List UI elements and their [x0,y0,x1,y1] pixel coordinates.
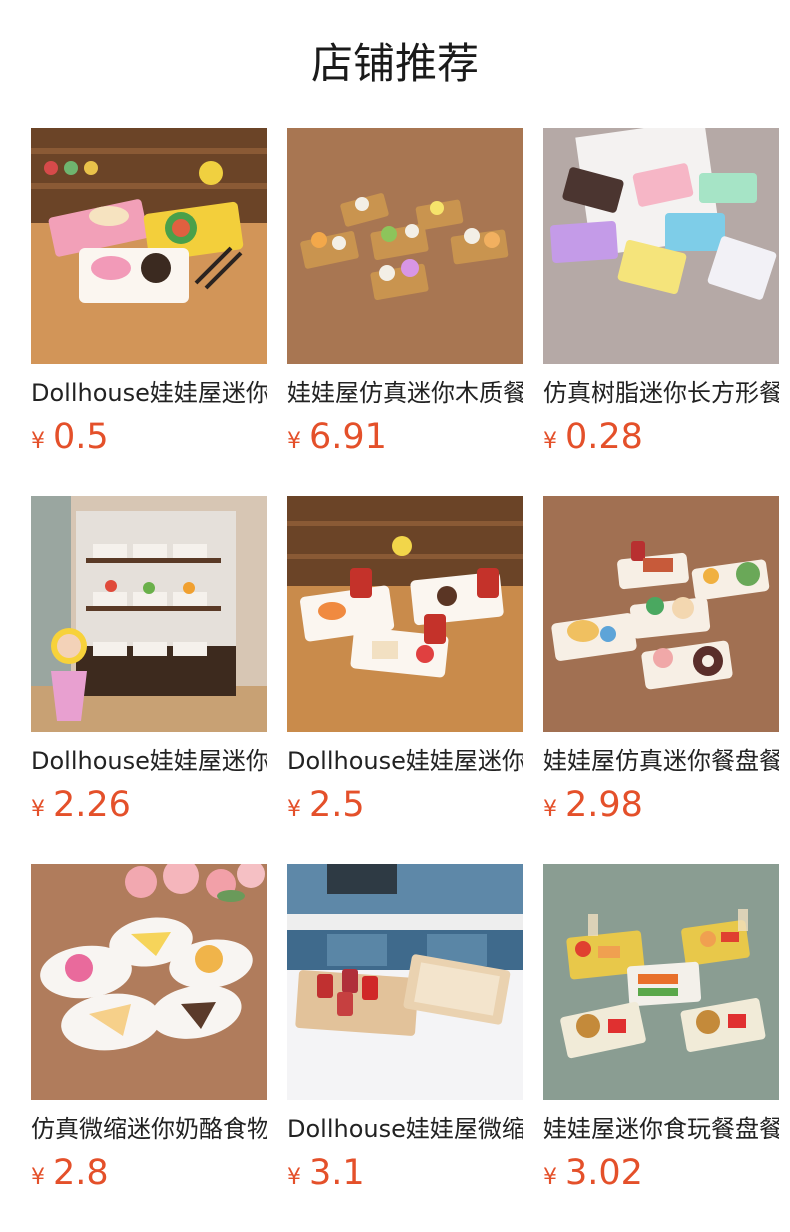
product-name[interactable]: 娃娃屋迷你食玩餐盘餐 [543,1114,779,1144]
price-value: 2.26 [53,785,131,825]
price-value: 6.91 [309,417,387,457]
product-price: ¥2.8 [31,1152,267,1194]
product-name[interactable]: 仿真微缩迷你奶酪食物 [31,1114,267,1144]
product-card[interactable]: Dollhouse娃娃屋微缩 ¥3.1 [287,864,523,1194]
currency-symbol: ¥ [543,1165,557,1190]
product-card[interactable]: Dollhouse娃娃屋迷你 ¥2.26 [31,496,267,826]
product-card[interactable]: 娃娃屋仿真迷你餐盘餐 ¥2.98 [543,496,779,826]
product-card[interactable]: 仿真树脂迷你长方形餐 ¥0.28 [543,128,779,458]
product-name[interactable]: 仿真树脂迷你长方形餐 [543,378,779,408]
product-price: ¥3.1 [287,1152,523,1194]
price-value: 2.98 [565,785,643,825]
product-image[interactable] [31,128,267,364]
currency-symbol: ¥ [287,797,301,822]
product-card[interactable]: 娃娃屋仿真迷你木质餐 ¥6.91 [287,128,523,458]
product-name[interactable]: Dollhouse娃娃屋微缩 [287,1114,523,1144]
product-card[interactable]: 娃娃屋迷你食玩餐盘餐 ¥3.02 [543,864,779,1194]
product-card[interactable]: Dollhouse娃娃屋迷你 ¥0.5 [31,128,267,458]
currency-symbol: ¥ [31,429,45,454]
currency-symbol: ¥ [287,1165,301,1190]
product-image[interactable] [287,496,523,732]
product-card[interactable]: Dollhouse娃娃屋迷你 ¥2.5 [287,496,523,826]
product-name[interactable]: 娃娃屋仿真迷你木质餐 [287,378,523,408]
product-name[interactable]: 娃娃屋仿真迷你餐盘餐 [543,746,779,776]
price-value: 0.28 [565,417,643,457]
product-card[interactable]: 仿真微缩迷你奶酪食物 ¥2.8 [31,864,267,1194]
product-price: ¥2.26 [31,784,267,826]
price-value: 0.5 [53,417,109,457]
price-value: 2.8 [53,1153,109,1193]
currency-symbol: ¥ [31,797,45,822]
currency-symbol: ¥ [543,429,557,454]
product-price: ¥3.02 [543,1152,779,1194]
product-image[interactable] [543,128,779,364]
product-price: ¥2.98 [543,784,779,826]
product-image[interactable] [543,496,779,732]
price-value: 3.1 [309,1153,365,1193]
currency-symbol: ¥ [31,1165,45,1190]
product-price: ¥0.28 [543,416,779,458]
currency-symbol: ¥ [543,797,557,822]
product-price: ¥2.5 [287,784,523,826]
price-value: 2.5 [309,785,365,825]
product-name[interactable]: Dollhouse娃娃屋迷你 [31,746,267,776]
product-price: ¥6.91 [287,416,523,458]
product-image[interactable] [287,864,523,1100]
product-name[interactable]: Dollhouse娃娃屋迷你 [31,378,267,408]
section-title: 店铺推荐 [310,39,479,88]
price-value: 3.02 [565,1153,643,1193]
product-image[interactable] [543,864,779,1100]
product-image[interactable] [31,864,267,1100]
product-image[interactable] [287,128,523,364]
product-price: ¥0.5 [31,416,267,458]
product-image[interactable] [31,496,267,732]
product-name[interactable]: Dollhouse娃娃屋迷你 [287,746,523,776]
currency-symbol: ¥ [287,429,301,454]
